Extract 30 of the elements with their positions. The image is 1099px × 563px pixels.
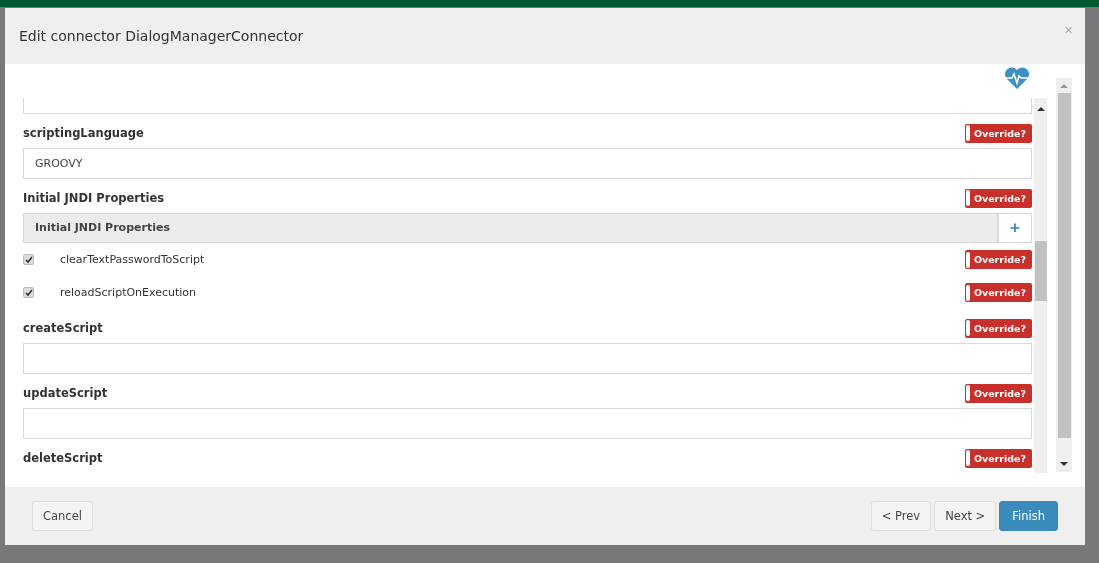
field-label: createScript xyxy=(23,321,103,335)
input-field[interactable] xyxy=(23,408,1032,439)
override-toggle[interactable]: Override? xyxy=(964,283,1032,302)
override-toggle[interactable]: Override? xyxy=(964,383,1032,403)
field-label: deleteScript xyxy=(23,451,103,465)
override-toggle[interactable]: Override? xyxy=(964,318,1032,338)
prev-button[interactable]: < Prev xyxy=(870,501,932,531)
dialog-title: Edit connector DialogManagerConnector xyxy=(19,28,304,44)
checkbox-label: reloadScriptOnExecution xyxy=(60,286,198,299)
checkbox[interactable] xyxy=(23,287,34,298)
input-field[interactable]: GROOVY xyxy=(23,148,1032,179)
heart-pulse-icon xyxy=(1004,66,1030,90)
cancel-button[interactable]: Cancel xyxy=(32,501,93,531)
field-label: scriptingLanguage xyxy=(23,126,144,140)
input-field[interactable] xyxy=(23,343,1032,374)
table-header: Initial JNDI Properties xyxy=(23,213,998,243)
scrollbar[interactable] xyxy=(1034,98,1047,473)
checkbox-label: clearTextPasswordToScript xyxy=(60,253,206,266)
override-toggle[interactable]: Override? xyxy=(964,448,1032,468)
scrollbar[interactable] xyxy=(1056,78,1072,472)
finish-button[interactable]: Finish xyxy=(999,501,1058,531)
checkbox[interactable] xyxy=(23,254,34,265)
field-label: updateScript xyxy=(23,386,108,400)
next-button[interactable]: Next > xyxy=(934,501,997,531)
add-button[interactable]: + xyxy=(998,213,1032,243)
override-toggle[interactable]: Override? xyxy=(964,123,1032,143)
field-label: Initial JNDI Properties xyxy=(23,191,165,205)
input-field[interactable] xyxy=(23,98,1032,114)
override-toggle[interactable]: Override? xyxy=(964,188,1032,208)
override-toggle[interactable]: Override? xyxy=(964,250,1032,269)
